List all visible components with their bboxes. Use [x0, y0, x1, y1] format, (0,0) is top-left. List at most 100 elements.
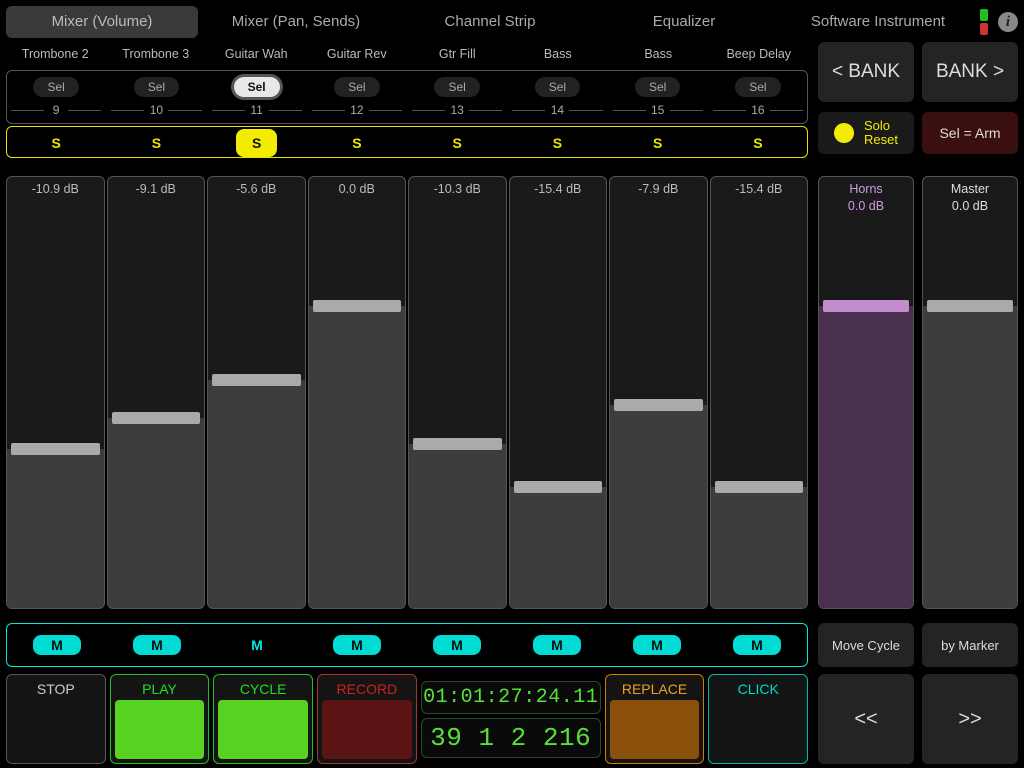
- mute-button[interactable]: M: [633, 635, 681, 655]
- fader-cap[interactable]: [514, 481, 603, 493]
- record-button[interactable]: RECORD: [317, 674, 417, 764]
- select-button[interactable]: Sel: [234, 77, 280, 97]
- mute-group: MMMMMMMM: [6, 623, 808, 667]
- track-number: 16: [709, 100, 807, 120]
- mute-button[interactable]: M: [733, 635, 781, 655]
- move-cycle-button[interactable]: Move Cycle: [818, 623, 914, 667]
- select-button[interactable]: Sel: [334, 77, 379, 97]
- volume-fader[interactable]: -9.1 dB: [107, 176, 206, 609]
- volume-fader[interactable]: -15.4 dB: [710, 176, 809, 609]
- track-name[interactable]: Trombone 3: [107, 42, 206, 66]
- db-value: -9.1 dB: [108, 182, 205, 196]
- next-button[interactable]: >>: [922, 674, 1018, 764]
- track-name[interactable]: Bass: [609, 42, 708, 66]
- select-button[interactable]: Sel: [635, 77, 680, 97]
- volume-fader[interactable]: 0.0 dB: [308, 176, 407, 609]
- fader-cap[interactable]: [715, 481, 804, 493]
- track-number: 9: [7, 100, 105, 120]
- sel-arm-button[interactable]: Sel = Arm: [922, 112, 1018, 154]
- prev-button[interactable]: <<: [818, 674, 914, 764]
- select-button[interactable]: Sel: [735, 77, 780, 97]
- select-button[interactable]: Sel: [33, 77, 78, 97]
- volume-fader[interactable]: -7.9 dB: [609, 176, 708, 609]
- select-button[interactable]: Sel: [134, 77, 179, 97]
- db-value: 0.0 dB: [309, 182, 406, 196]
- track-number: 11: [208, 100, 306, 120]
- mute-button[interactable]: M: [433, 635, 481, 655]
- solo-group: S S S S S S S S: [6, 126, 808, 158]
- fader-cap[interactable]: [313, 300, 402, 312]
- by-marker-button[interactable]: by Marker: [922, 623, 1018, 667]
- volume-fader[interactable]: -5.6 dB: [207, 176, 306, 609]
- solo-button[interactable]: S: [537, 129, 578, 157]
- tab-mixer-pan[interactable]: Mixer (Pan, Sends): [200, 6, 392, 38]
- solo-button[interactable]: S: [737, 129, 778, 157]
- indicator-green: [980, 9, 988, 21]
- fader-cap[interactable]: [11, 443, 100, 455]
- transport: STOP PLAY CYCLE RECORD 01:01:27:24.11 39…: [6, 674, 808, 764]
- track-number: 13: [408, 100, 506, 120]
- track-name[interactable]: Guitar Wah: [207, 42, 306, 66]
- mute-button[interactable]: M: [33, 635, 81, 655]
- timecode[interactable]: 01:01:27:24.11: [421, 681, 601, 714]
- horns-fader[interactable]: Horns 0.0 dB: [818, 176, 914, 609]
- volume-fader[interactable]: -10.9 dB: [6, 176, 105, 609]
- replace-button[interactable]: REPLACE: [605, 674, 705, 764]
- bank-prev-button[interactable]: < BANK: [818, 42, 914, 102]
- volume-fader[interactable]: -10.3 dB: [408, 176, 507, 609]
- tab-equalizer[interactable]: Equalizer: [588, 6, 780, 38]
- select-group: Sel Sel Sel Sel Sel Sel Sel Sel 9 10 11 …: [6, 70, 808, 124]
- view-tabs: Mixer (Volume) Mixer (Pan, Sends) Channe…: [0, 0, 1024, 40]
- track-name[interactable]: Trombone 2: [6, 42, 105, 66]
- solo-reset-button[interactable]: Solo Reset: [818, 112, 914, 154]
- cycle-button[interactable]: CYCLE: [213, 674, 313, 764]
- fader-cap[interactable]: [413, 438, 502, 450]
- tab-channel-strip[interactable]: Channel Strip: [394, 6, 586, 38]
- mute-button[interactable]: M: [233, 635, 281, 655]
- mute-button[interactable]: M: [533, 635, 581, 655]
- db-value: -10.3 dB: [409, 182, 506, 196]
- fader-cap[interactable]: [614, 399, 703, 411]
- solo-button[interactable]: S: [35, 129, 76, 157]
- volume-fader[interactable]: -15.4 dB: [509, 176, 608, 609]
- bank-next-button[interactable]: BANK >: [922, 42, 1018, 102]
- tab-software-instrument[interactable]: Software Instrument: [782, 6, 974, 38]
- play-button[interactable]: PLAY: [110, 674, 210, 764]
- info-icon[interactable]: i: [998, 12, 1018, 32]
- select-button[interactable]: Sel: [434, 77, 479, 97]
- solo-button[interactable]: S: [236, 129, 277, 157]
- db-value: -5.6 dB: [208, 182, 305, 196]
- track-name[interactable]: Bass: [509, 42, 608, 66]
- tab-mixer-volume[interactable]: Mixer (Volume): [6, 6, 198, 38]
- master-fader[interactable]: Master 0.0 dB: [922, 176, 1018, 609]
- indicator-red: [980, 23, 988, 35]
- db-value: -15.4 dB: [711, 182, 808, 196]
- faders: -10.9 dB -9.1 dB-5.6 dB 0.0 dB-10.3 dB -15.…: [6, 176, 808, 609]
- click-button[interactable]: CLICK: [708, 674, 808, 764]
- db-value: -15.4 dB: [510, 182, 607, 196]
- track-number: 14: [508, 100, 606, 120]
- track-names-row: Trombone 2 Trombone 3 Guitar Wah Guitar …: [6, 42, 808, 66]
- level-indicators: [980, 9, 990, 35]
- solo-indicator-icon: [834, 123, 854, 143]
- track-name[interactable]: Gtr Fill: [408, 42, 507, 66]
- stop-button[interactable]: STOP: [6, 674, 106, 764]
- track-number: 10: [107, 100, 205, 120]
- mute-button[interactable]: M: [333, 635, 381, 655]
- track-name[interactable]: Guitar Rev: [308, 42, 407, 66]
- db-value: -7.9 dB: [610, 182, 707, 196]
- fader-cap[interactable]: [112, 412, 201, 424]
- solo-button[interactable]: S: [637, 129, 678, 157]
- time-display: 01:01:27:24.11 39 1 2 216: [421, 674, 601, 764]
- bars-beats[interactable]: 39 1 2 216: [421, 718, 601, 758]
- track-number: 15: [609, 100, 707, 120]
- track-name[interactable]: Beep Delay: [710, 42, 809, 66]
- solo-button[interactable]: S: [436, 129, 477, 157]
- fader-cap[interactable]: [212, 374, 301, 386]
- select-button[interactable]: Sel: [535, 77, 580, 97]
- solo-button[interactable]: S: [336, 129, 377, 157]
- mute-button[interactable]: M: [133, 635, 181, 655]
- solo-button[interactable]: S: [136, 129, 177, 157]
- track-number: 12: [308, 100, 406, 120]
- db-value: -10.9 dB: [7, 182, 104, 196]
